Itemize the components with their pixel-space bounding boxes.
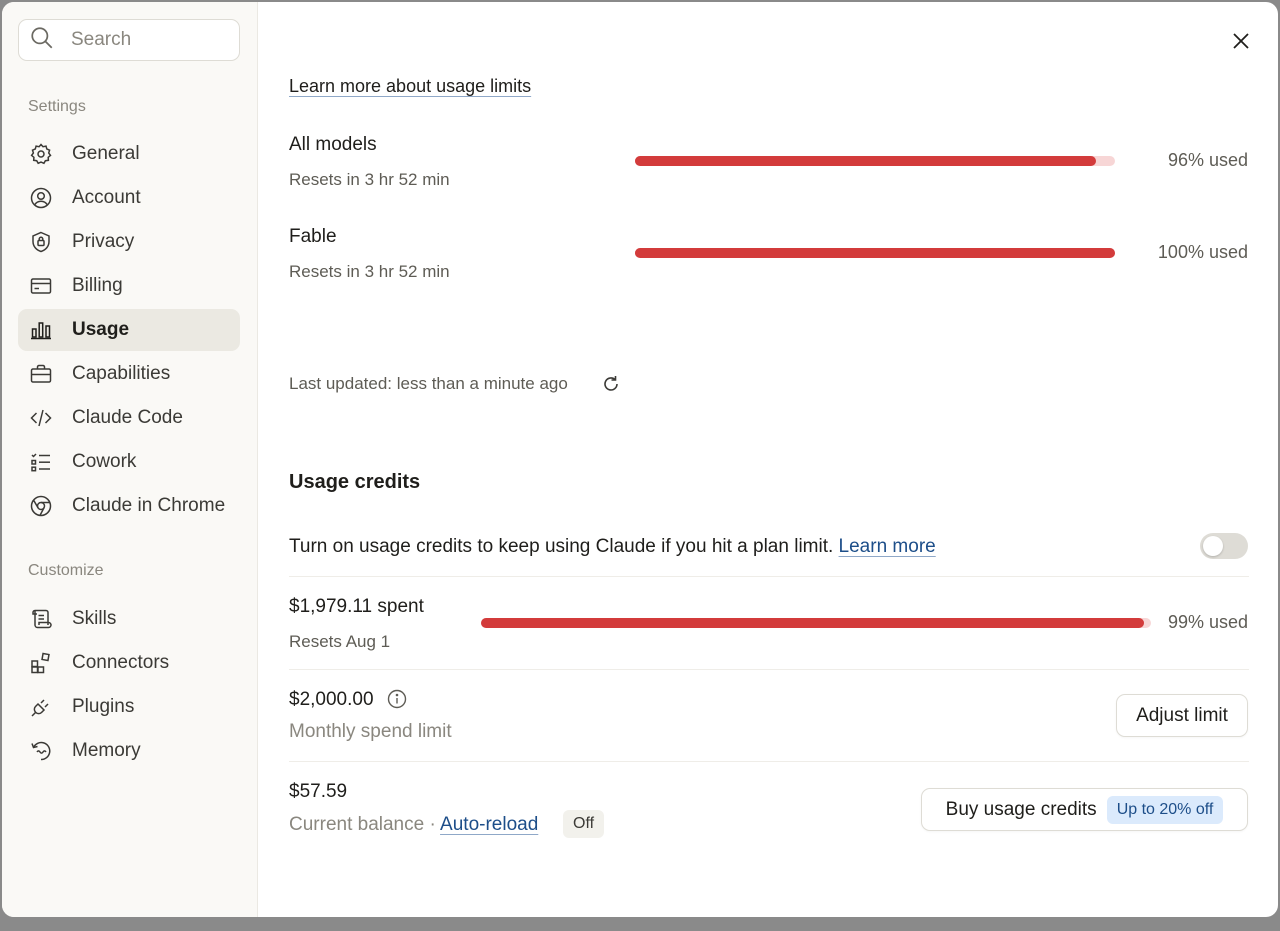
usage-credits-toggle[interactable]	[1200, 533, 1248, 559]
learn-more-usage-limits-link[interactable]: Learn more about usage limits	[289, 76, 531, 97]
credits-usage-percent: 99% used	[1167, 612, 1248, 632]
blocks-icon	[29, 651, 53, 675]
credit-card-icon	[29, 274, 53, 298]
sidebar-item-label: Connectors	[72, 652, 170, 673]
usage-percent-all-models: 96% used	[1167, 150, 1248, 170]
scroll-icon	[29, 607, 53, 631]
sidebar-item-label: Memory	[72, 740, 141, 761]
sidebar-item-label: General	[72, 143, 140, 164]
sidebar-item-billing[interactable]: Billing	[18, 265, 240, 307]
credits-spent: $1,979.11 spent	[289, 596, 424, 617]
toggle-knob	[1203, 536, 1223, 556]
sidebar-item-label: Usage	[72, 319, 130, 340]
user-circle-icon	[29, 186, 53, 210]
limit-resets-fable: Resets in 3 hr 52 min	[289, 262, 450, 281]
usage-bar-fable	[635, 248, 1115, 258]
buy-usage-credits-button[interactable]: Buy usage credits Up to 20% off	[921, 788, 1248, 831]
sidebar-item-connectors[interactable]: Connectors	[18, 642, 240, 684]
sidebar-item-label: Cowork	[72, 451, 137, 472]
divider	[289, 669, 1249, 670]
balance-separator: ·	[429, 814, 436, 835]
divider	[289, 761, 1249, 762]
usage-panel: Learn more about usage limits All models…	[258, 2, 1278, 917]
balance-row: Current balance · Auto-reload	[289, 814, 538, 836]
refresh-button[interactable]	[601, 374, 621, 394]
credits-usage-bar-fill	[481, 618, 1145, 628]
info-button[interactable]	[387, 689, 407, 709]
balance-amount: $57.59	[289, 781, 348, 802]
sidebar: Settings General Account Privacy Billing	[2, 2, 258, 917]
monthly-limit-amount: $2,000.00	[289, 689, 374, 710]
shield-icon	[29, 230, 53, 254]
discount-badge: Up to 20% off	[1106, 795, 1224, 824]
monthly-limit-label: Monthly spend limit	[289, 721, 452, 742]
sidebar-item-label: Plugins	[72, 696, 135, 717]
sidebar-item-account[interactable]: Account	[18, 177, 240, 219]
credits-usage-bar	[481, 618, 1151, 628]
refresh-icon	[604, 376, 618, 391]
auto-reload-link[interactable]: Auto-reload	[440, 814, 538, 835]
sidebar-item-memory[interactable]: Memory	[18, 730, 240, 772]
sidebar-item-usage[interactable]: Usage	[18, 309, 240, 351]
search-input[interactable]	[71, 29, 231, 51]
sidebar-item-label: Account	[72, 187, 141, 208]
limit-name-fable: Fable	[289, 226, 337, 247]
sidebar-item-claude-in-chrome[interactable]: Claude in Chrome	[18, 485, 240, 527]
search-box[interactable]	[18, 19, 240, 61]
sidebar-item-label: Billing	[72, 275, 123, 296]
adjust-limit-button[interactable]: Adjust limit	[1116, 694, 1248, 737]
usage-credits-description-row: Turn on usage credits to keep using Clau…	[289, 536, 936, 558]
usage-bar-all-models	[635, 156, 1115, 166]
sidebar-item-general[interactable]: General	[18, 133, 240, 175]
sidebar-item-label: Privacy	[72, 231, 135, 252]
usage-credits-learn-more-link[interactable]: Learn more	[839, 536, 936, 557]
gear-icon	[29, 142, 53, 166]
sidebar-item-label: Capabilities	[72, 363, 171, 384]
sidebar-item-label: Skills	[72, 608, 117, 629]
balance-label: Current balance	[289, 814, 425, 835]
settings-section-label: Settings	[28, 98, 86, 115]
sidebar-item-skills[interactable]: Skills	[18, 598, 240, 640]
credits-spent-resets: Resets Aug 1	[289, 632, 391, 651]
sidebar-item-label: Claude Code	[72, 407, 183, 428]
limit-name-all-models: All models	[289, 134, 377, 155]
briefcase-icon	[29, 362, 53, 386]
usage-credits-description: Turn on usage credits to keep using Clau…	[289, 536, 834, 557]
last-updated-text: Last updated: less than a minute ago	[289, 374, 568, 393]
search-icon	[29, 25, 55, 56]
sidebar-item-label: Claude in Chrome	[72, 495, 226, 516]
usage-bar-fill	[635, 248, 1115, 258]
checklist-icon	[29, 450, 53, 474]
buy-usage-credits-label: Buy usage credits	[945, 798, 1097, 820]
code-icon	[29, 406, 53, 430]
bar-chart-icon	[29, 318, 53, 342]
usage-bar-fill	[635, 156, 1096, 166]
sidebar-item-capabilities[interactable]: Capabilities	[18, 353, 240, 395]
sidebar-item-cowork[interactable]: Cowork	[18, 441, 240, 483]
info-icon	[387, 689, 407, 709]
sidebar-item-plugins[interactable]: Plugins	[18, 686, 240, 728]
settings-window: Settings General Account Privacy Billing	[2, 2, 1278, 917]
close-icon	[1233, 33, 1249, 49]
usage-percent-fable: 100% used	[1157, 242, 1248, 262]
globe-icon	[29, 494, 53, 518]
divider	[289, 576, 1249, 577]
memory-icon	[29, 739, 53, 763]
customize-section-label: Customize	[28, 562, 104, 579]
usage-credits-title: Usage credits	[289, 471, 421, 493]
sidebar-item-privacy[interactable]: Privacy	[18, 221, 240, 263]
plug-icon	[29, 695, 53, 719]
close-button[interactable]	[1230, 30, 1252, 52]
sidebar-item-claude-code[interactable]: Claude Code	[18, 397, 240, 439]
auto-reload-status-chip: Off	[563, 810, 605, 838]
limit-resets-all-models: Resets in 3 hr 52 min	[289, 170, 450, 189]
